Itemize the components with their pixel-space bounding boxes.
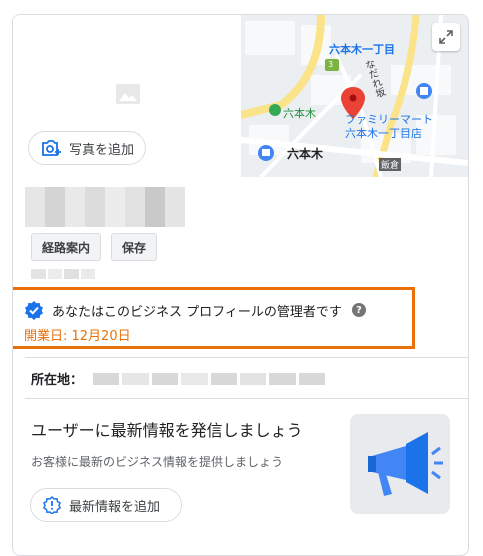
add-update-icon bbox=[43, 496, 61, 514]
address-redacted bbox=[93, 372, 326, 385]
promo-subtitle: お客様に最新のビジネス情報を提供しましょう bbox=[31, 455, 284, 469]
divider bbox=[25, 357, 468, 358]
map-label-rokuhongi-1chome: 六本木一丁目 bbox=[329, 43, 395, 56]
megaphone-illustration bbox=[350, 414, 450, 514]
business-profile-card: 写真を追加 六本木一丁目 3 なだれ坂 六本木 ファミリーマート 六本木一丁目店… bbox=[12, 14, 469, 556]
address-label: 所在地： bbox=[31, 373, 84, 388]
map-label-rokuhongi-station: 六本木 bbox=[283, 107, 316, 120]
expand-map-button[interactable] bbox=[432, 23, 460, 51]
address-row: 所在地： bbox=[31, 369, 326, 388]
add-photo-label: 写真を追加 bbox=[69, 142, 135, 158]
station-tree-icon bbox=[269, 104, 281, 116]
map-thumbnail[interactable]: 六本木一丁目 3 なだれ坂 六本木 ファミリーマート 六本木一丁目店 六本木 飯… bbox=[241, 15, 468, 177]
add-photo-camera-icon bbox=[42, 140, 61, 156]
directions-button[interactable]: 経路案内 bbox=[31, 233, 102, 261]
add-photo-button[interactable]: 写真を追加 bbox=[28, 131, 146, 165]
map-label-iikura: 飯倉 bbox=[379, 158, 402, 171]
business-name-redacted bbox=[25, 187, 185, 227]
verified-badge-icon bbox=[25, 301, 43, 320]
category-redacted bbox=[31, 269, 95, 279]
map-label-rokuhongi-area: 六本木 bbox=[287, 147, 324, 161]
owner-notice: あなたはこのビジネス プロフィールの管理者です ? 開業日: 12月20日 bbox=[13, 287, 415, 349]
image-placeholder-icon bbox=[116, 84, 140, 104]
action-buttons: 経路案内 保存 bbox=[31, 233, 158, 261]
divider bbox=[25, 398, 468, 399]
add-update-label: 最新情報を追加 bbox=[69, 499, 161, 515]
save-button[interactable]: 保存 bbox=[111, 233, 158, 261]
hero-section: 写真を追加 六本木一丁目 3 なだれ坂 六本木 ファミリーマート 六本木一丁目店… bbox=[13, 15, 468, 177]
expand-icon bbox=[439, 30, 453, 44]
help-icon[interactable]: ? bbox=[351, 303, 366, 317]
owner-message: あなたはこのビジネス プロフィールの管理者です bbox=[52, 304, 342, 320]
photo-area[interactable]: 写真を追加 bbox=[13, 15, 240, 177]
add-update-button[interactable]: 最新情報を追加 bbox=[30, 488, 182, 522]
megaphone-icon bbox=[368, 432, 443, 496]
map-label-familymart-branch: 六本木一丁目店 bbox=[345, 127, 422, 140]
open-date: 開業日: 12月20日 bbox=[24, 329, 131, 344]
map-route-number: 3 bbox=[328, 60, 334, 69]
promo-title: ユーザーに最新情報を発信しましょう bbox=[31, 421, 303, 440]
